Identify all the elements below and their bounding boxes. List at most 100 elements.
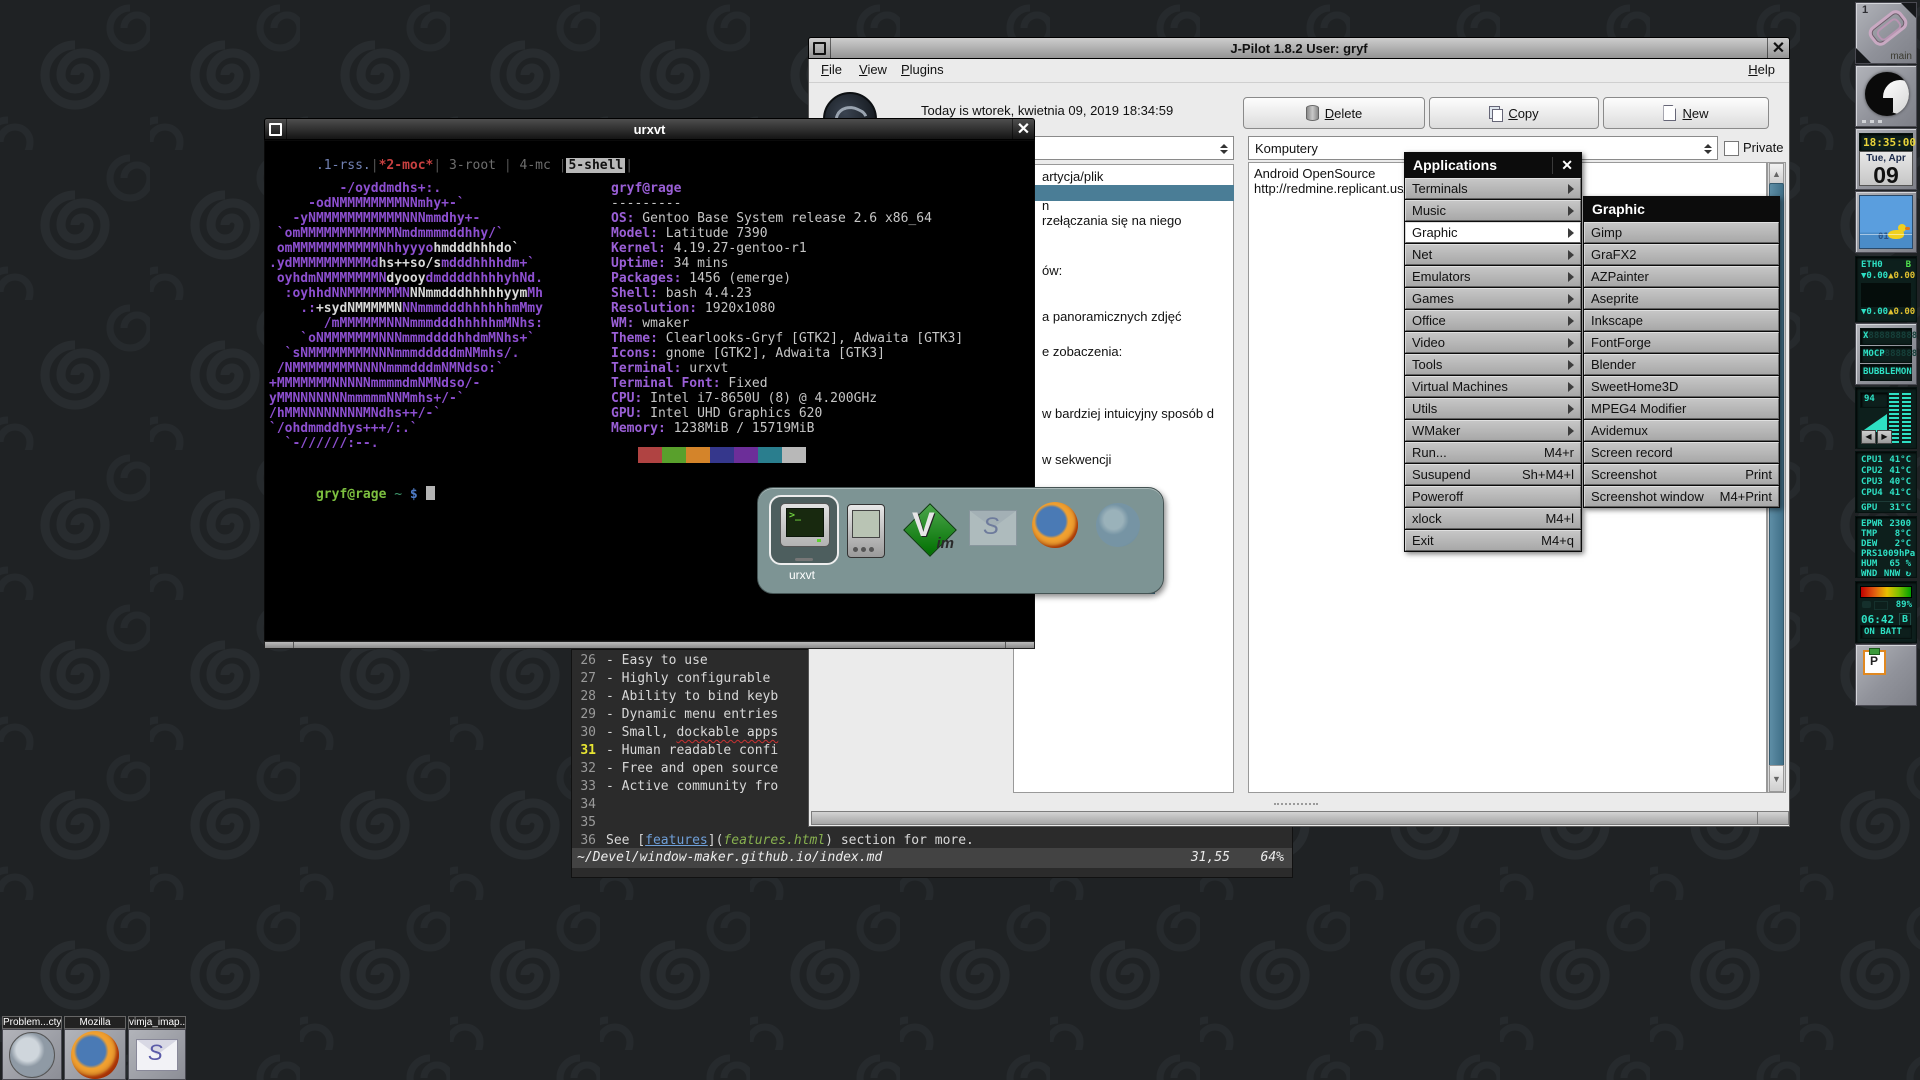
category-combo-left[interactable] xyxy=(1013,136,1234,160)
menu-item-music[interactable]: Music xyxy=(1405,200,1581,221)
miniwindow-problem[interactable] xyxy=(2,1029,62,1080)
clip-corner-bl[interactable] xyxy=(1856,48,1871,63)
globe-icon[interactable] xyxy=(1096,503,1140,547)
miniaturize-button[interactable] xyxy=(809,38,831,58)
bubblemon-dockapp[interactable]: 01 xyxy=(1855,191,1917,253)
menu-item-graphic[interactable]: Graphic xyxy=(1405,222,1581,243)
menu-item-exit[interactable]: ExitM4+q xyxy=(1405,530,1581,551)
menu-item-screenshot-window[interactable]: Screenshot windowM4+Print xyxy=(1584,486,1779,507)
switcher-selected-item[interactable]: >_ xyxy=(769,495,839,565)
menu-item-tools[interactable]: Tools xyxy=(1405,354,1581,375)
horizontal-scrollbar[interactable] xyxy=(811,811,1789,825)
copy-button[interactable]: Copy xyxy=(1429,97,1599,129)
left-pane-list[interactable]: artycja/plik n rzełączania się na niego … xyxy=(1013,164,1234,793)
scroll-up-button[interactable]: ▲ xyxy=(1769,163,1784,184)
menu-item-run[interactable]: Run...M4+r xyxy=(1405,442,1581,463)
graphic-submenu-title[interactable]: Graphic xyxy=(1584,197,1779,221)
net-interface: ETH0 xyxy=(1861,260,1883,271)
menu-file[interactable]: File xyxy=(821,62,842,77)
tab-moc[interactable]: *2-moc* xyxy=(379,158,434,173)
miniwindow-mail[interactable]: S xyxy=(128,1029,186,1080)
tab-shell-active[interactable]: 5-shell xyxy=(566,158,625,173)
jpilot-palm-icon[interactable] xyxy=(847,504,885,558)
mixer-next-button[interactable]: ▶ xyxy=(1877,430,1892,444)
menu-item-utils[interactable]: Utils xyxy=(1405,398,1581,419)
menu-item-emulators[interactable]: Emulators xyxy=(1405,266,1581,287)
list-row[interactable]: e zobaczenia: xyxy=(1042,344,1122,359)
menu-item-gimp[interactable]: Gimp xyxy=(1584,222,1779,243)
miniwindow-firefox[interactable] xyxy=(64,1029,126,1080)
vim-icon[interactable]: V im xyxy=(904,504,954,554)
calendar-clock-dock[interactable]: 18:35:00 Tue, Apr 09 xyxy=(1855,128,1917,190)
menu-close-icon[interactable]: ✕ xyxy=(1552,157,1573,174)
moon-phase-dockapp[interactable] xyxy=(1855,65,1917,127)
menu-item-azpainter[interactable]: AZPainter xyxy=(1584,266,1779,287)
mixer-prev-button[interactable]: ◀ xyxy=(1861,430,1876,444)
menu-item-inkscape[interactable]: Inkscape xyxy=(1584,310,1779,331)
menu-item-xlock[interactable]: xlockM4+l xyxy=(1405,508,1581,529)
menu-item-avidemux[interactable]: Avidemux xyxy=(1584,420,1779,441)
menu-item-mpeg4-modifier[interactable]: MPEG4 Modifier xyxy=(1584,398,1779,419)
menu-plugins[interactable]: Plugins xyxy=(901,62,944,77)
menu-item-aseprite[interactable]: Aseprite xyxy=(1584,288,1779,309)
list-row[interactable]: w bardziej intuicyjny sposób d xyxy=(1042,406,1214,421)
list-row[interactable]: a panoramicznych zdjęć xyxy=(1042,309,1181,324)
menu-item-fontforge[interactable]: FontForge xyxy=(1584,332,1779,353)
clip-corner-tr[interactable] xyxy=(1901,3,1916,18)
close-button[interactable]: ✕ xyxy=(1767,38,1789,58)
menu-item-net[interactable]: Net xyxy=(1405,244,1581,265)
terminal-titlebar[interactable]: urxvt ✕ xyxy=(264,118,1035,140)
firefox-icon[interactable] xyxy=(1032,502,1078,548)
vim-filename: ~/Devel/window-maker.github.io/index.md xyxy=(577,848,882,868)
list-row[interactable]: n xyxy=(1042,198,1049,213)
private-checkbox[interactable] xyxy=(1724,141,1739,156)
list-row[interactable]: rzełączania się na niego xyxy=(1042,213,1181,228)
battery-gradient-bar xyxy=(1860,586,1912,598)
terminal-resizebar[interactable] xyxy=(264,641,1035,649)
temperature-dockapp[interactable]: CPU141°C CPU241°C CPU340°C CPU441°C GPU3… xyxy=(1855,451,1917,513)
scroll-down-button[interactable]: ▼ xyxy=(1769,765,1784,792)
mail-icon[interactable]: S xyxy=(969,510,1017,546)
battery-dockapp[interactable]: 89% 06:42 B ON BATT xyxy=(1855,581,1917,643)
list-row[interactable]: w sekwencji xyxy=(1042,452,1111,467)
applications-menu-title[interactable]: Applications ✕ xyxy=(1405,153,1581,177)
mixer-dockapp[interactable]: 94 ◀ ▶ xyxy=(1855,387,1917,449)
menu-item-games[interactable]: Games xyxy=(1405,288,1581,309)
jpilot-titlebar[interactable]: J-Pilot 1.8.2 User: gryf ✕ xyxy=(808,37,1790,59)
entry-line[interactable]: http://redmine.replicant.us/ xyxy=(1254,181,1407,196)
entry-line[interactable]: Android OpenSource xyxy=(1254,166,1375,181)
tab-mc[interactable]: 4-mc xyxy=(512,158,559,173)
miniaturize-button[interactable] xyxy=(265,119,287,139)
new-button[interactable]: New xyxy=(1603,97,1769,129)
menu-item-screenshot[interactable]: ScreenshotPrint xyxy=(1584,464,1779,485)
close-button[interactable]: ✕ xyxy=(1012,119,1034,139)
tab-root[interactable]: 3-root xyxy=(441,158,504,173)
list-row[interactable]: ów: xyxy=(1042,263,1062,278)
vim-line: - Active community fro xyxy=(606,778,778,796)
network-monitor-dockapp[interactable]: ETH0B ▼0.00▲0.00 ▼0.00▲0.00 xyxy=(1855,256,1917,322)
menu-item-sweethome3d[interactable]: SweetHome3D xyxy=(1584,376,1779,397)
menu-item-video[interactable]: Video xyxy=(1405,332,1581,353)
menu-item-terminals[interactable]: Terminals xyxy=(1405,178,1581,199)
menu-item-blender[interactable]: Blender xyxy=(1584,354,1779,375)
menu-item-poweroff[interactable]: Poweroff xyxy=(1405,486,1581,507)
menu-help[interactable]: Help xyxy=(1748,62,1775,77)
workspace-clip[interactable]: 1 main xyxy=(1855,2,1917,64)
tab-rss[interactable]: .1-rss. xyxy=(316,158,371,173)
menu-view[interactable]: View xyxy=(859,62,887,77)
menu-item-office[interactable]: Office xyxy=(1405,310,1581,331)
weather-dockapp[interactable]: EPWR2300 TMP8°C DEW2°C PRS1009hPa HUM65 … xyxy=(1855,516,1917,578)
delete-button[interactable]: Delete xyxy=(1243,97,1425,129)
combo-spinner-icon[interactable] xyxy=(1702,141,1713,157)
shell-prompt[interactable]: gryf@rage ~ $ xyxy=(269,471,435,517)
combo-spinner-icon[interactable] xyxy=(1218,141,1229,157)
mixer-value: 94 xyxy=(1864,394,1875,404)
lcd-status-dockapp[interactable]: 8888888888 X 8888888888 MOCP BUBBLEMON xyxy=(1855,323,1917,385)
docked-app-tile[interactable]: P xyxy=(1855,644,1917,706)
workspace-number: 1 xyxy=(1862,4,1868,16)
menu-item-virtual-machines[interactable]: Virtual Machines xyxy=(1405,376,1581,397)
menu-item-suspend[interactable]: SusupendSh+M4+l xyxy=(1405,464,1581,485)
menu-item-grafx2[interactable]: GraFX2 xyxy=(1584,244,1779,265)
menu-item-wmaker[interactable]: WMaker xyxy=(1405,420,1581,441)
menu-item-screen-record[interactable]: Screen record xyxy=(1584,442,1779,463)
